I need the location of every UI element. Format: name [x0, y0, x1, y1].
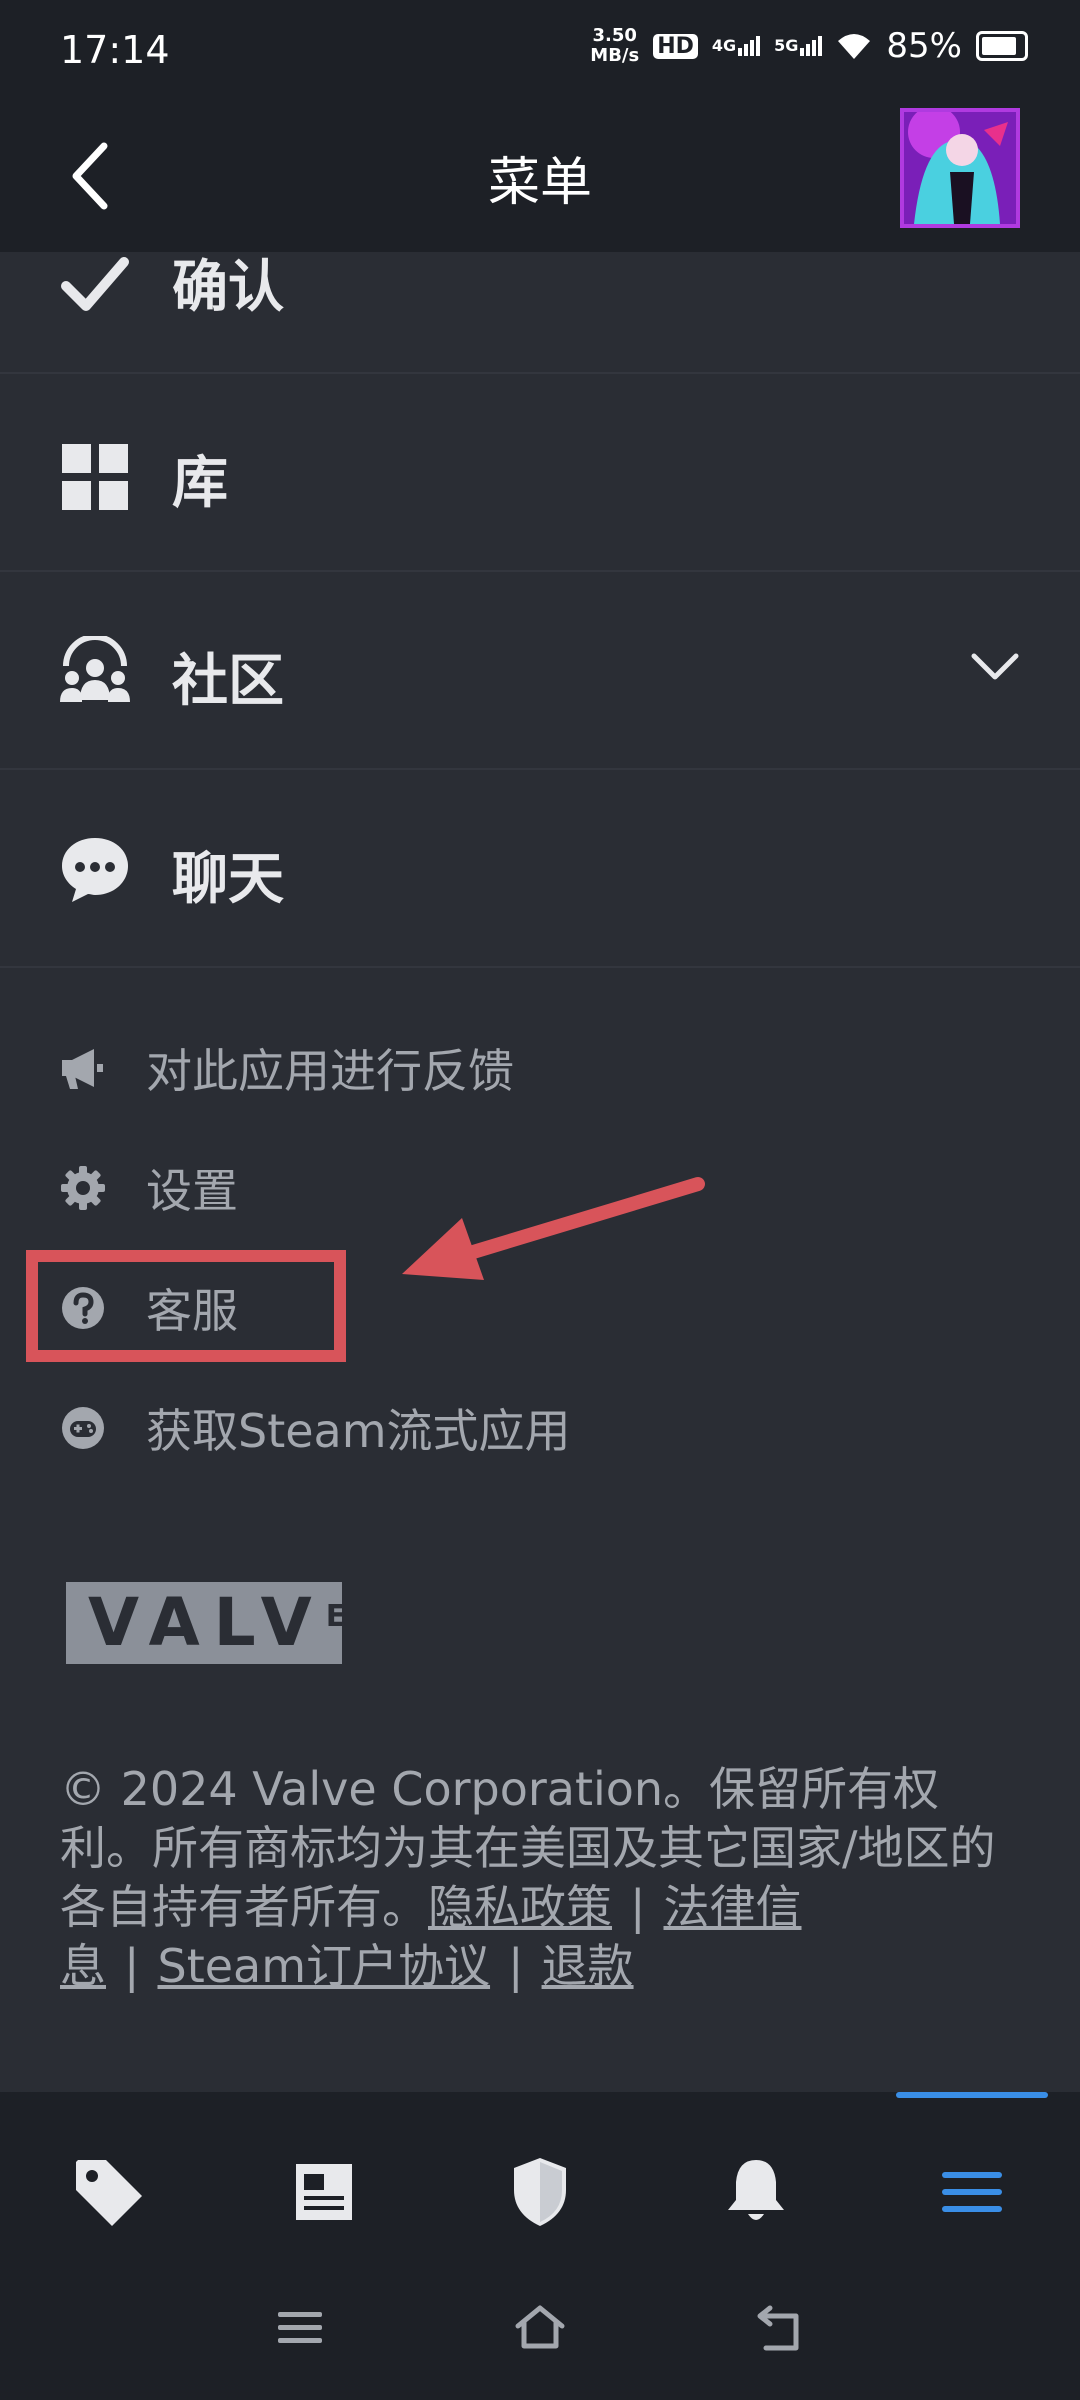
status-icons: 3.50 MB/s HD 4G 5G 85% [590, 26, 1028, 66]
newspaper-icon[interactable] [284, 2152, 364, 2232]
check-icon [61, 257, 129, 311]
separator: | [124, 1939, 140, 1993]
gamepad-icon [62, 1407, 104, 1449]
active-tab-indicator [896, 2092, 1048, 2098]
shield-icon[interactable] [500, 2152, 580, 2232]
hamburger-icon[interactable] [932, 2152, 1012, 2232]
battery-percent: 85% [886, 26, 962, 66]
hd-badge: HD [653, 33, 698, 59]
status-time: 17:14 [60, 28, 170, 72]
steam-link-label: 获取Steam流式应用 [146, 1404, 571, 1458]
bell-icon[interactable] [716, 2152, 796, 2232]
recent-apps-icon[interactable] [272, 2300, 328, 2356]
legal-footer: © 2024 Valve Corporation。保留所有权利。所有商标均为其在… [60, 1760, 1020, 1996]
highlight-box [26, 1250, 346, 1362]
menu-item-library[interactable]: 库 [0, 374, 1080, 572]
wifi-icon [838, 34, 871, 59]
separator: | [630, 1880, 646, 1934]
signal-sim1-icon: 4G [712, 36, 761, 56]
feedback-label: 对此应用进行反馈 [146, 1044, 514, 1098]
battery-icon [976, 31, 1028, 61]
subscriber-agreement-link[interactable]: Steam订户协议 [158, 1939, 491, 1993]
menu-item-label: 社区 [172, 649, 284, 714]
menu-item-chat[interactable]: 聊天 [0, 770, 1080, 968]
signal-sim2-icon: 5G [774, 36, 823, 56]
refunds-link[interactable]: 退款 [542, 1939, 634, 1993]
grid-icon [62, 444, 128, 510]
menu-item-community[interactable]: 社区 [0, 572, 1080, 770]
valve-logo: VALVE [66, 1582, 346, 1664]
annotation-arrow-icon [402, 1177, 705, 1280]
app-header: 菜单 [0, 100, 1080, 252]
status-bar: 17:14 3.50 MB/s HD 4G 5G 85% [0, 0, 1080, 100]
price-tag-icon[interactable] [68, 2152, 148, 2232]
feedback-link[interactable]: 对此应用进行反馈 [60, 1028, 860, 1108]
back-nav-icon[interactable] [752, 2300, 808, 2356]
avatar[interactable] [900, 108, 1020, 228]
settings-label: 设置 [146, 1164, 238, 1218]
gear-icon [61, 1166, 105, 1210]
community-icon [60, 636, 130, 702]
menu-item-label: 库 [172, 451, 228, 516]
menu-item-label: 确认 [172, 255, 284, 320]
network-speed: 3.50 MB/s [590, 25, 640, 66]
steam-link-app-link[interactable]: 获取Steam流式应用 [60, 1388, 860, 1468]
chevron-down-icon[interactable] [970, 650, 1020, 684]
menu-item-label: 聊天 [172, 847, 284, 912]
privacy-policy-link[interactable]: 隐私政策 [428, 1880, 612, 1934]
home-icon[interactable] [512, 2300, 568, 2356]
megaphone-icon [62, 1049, 103, 1089]
chat-bubble-icon [62, 838, 128, 902]
separator: | [508, 1939, 524, 1993]
